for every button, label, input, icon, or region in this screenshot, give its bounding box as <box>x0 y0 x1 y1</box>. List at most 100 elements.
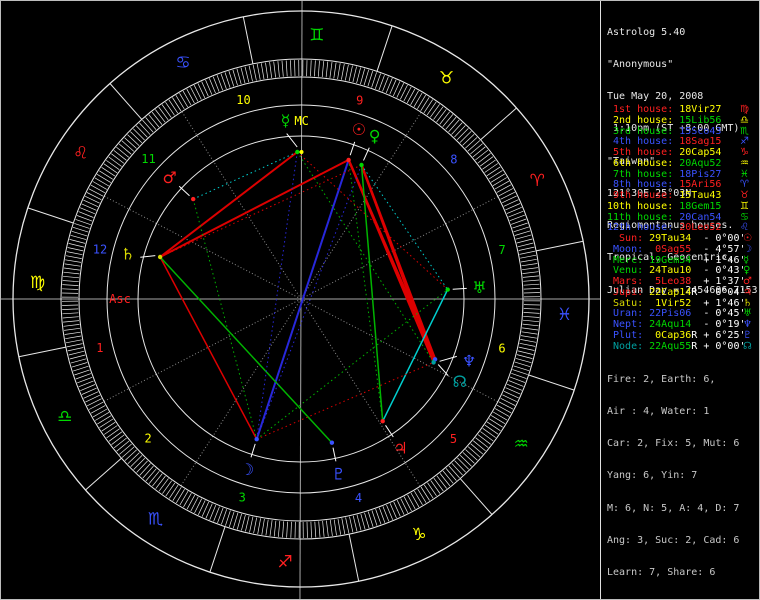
degree-tick <box>306 521 308 538</box>
degree-tick <box>318 521 321 538</box>
sign-icon: ♎ <box>740 114 749 126</box>
degree-tick <box>511 372 527 379</box>
degree-tick <box>228 70 235 87</box>
degree-tick <box>86 192 102 201</box>
degree-tick <box>232 512 239 529</box>
house-number: 10 <box>236 93 250 107</box>
degree-tick <box>364 512 370 529</box>
degree-tick <box>475 149 489 161</box>
house-number: 8 <box>450 153 457 167</box>
degree-tick <box>465 137 478 149</box>
astrolog-window: ♈ ♉ ♊ ♋ ♌ ♍ ♎ ♏ ♐ ♑ ♒ ♓ 1 2 3 4 5 6 7 8 9 10 11 12 ☉ ☽ ☿ ♀ ♂ ♃ ♄ ♅ ♆ ♇ ☊ As… <box>0 0 760 600</box>
mercury-icon: ☿ <box>281 111 291 130</box>
degree-tick <box>326 520 329 537</box>
planet-position-list: Sun: 29Tau34 - 0°00' ☉ Moon: 0Sag55 - 4°5… <box>607 233 759 352</box>
degree-tick <box>375 508 382 525</box>
degree-tick <box>64 263 81 267</box>
degree-tick <box>510 218 527 225</box>
degree-tick <box>169 484 179 499</box>
capricorn-sign-icon: ♑ <box>411 525 426 545</box>
degree-tick <box>520 339 537 343</box>
degree-tick <box>314 521 317 538</box>
house-cusp-line <box>180 298 302 486</box>
house-number: 1 <box>96 341 103 355</box>
degree-tick <box>492 177 507 187</box>
pluto-icon: ♇ <box>332 465 346 484</box>
degree-tick <box>486 421 501 431</box>
degree-tick <box>344 64 349 81</box>
sign-boundary-line <box>376 25 393 72</box>
degree-tick <box>142 465 154 479</box>
degree-tick <box>62 312 79 315</box>
degree-tick <box>260 63 265 80</box>
degree-tick <box>282 521 285 538</box>
degree-tick <box>488 170 503 180</box>
degree-tick <box>480 431 494 442</box>
degree-tick <box>232 69 238 86</box>
degree-tick <box>467 140 481 152</box>
degree-tick <box>400 498 409 513</box>
house-number: 12 <box>93 243 107 257</box>
leo-sign-icon: ♌ <box>73 144 88 164</box>
degree-tick <box>190 496 199 512</box>
degree-tick <box>333 519 337 536</box>
jupiter-icon: ♃ <box>393 438 407 457</box>
aquarius-sign-icon: ♒ <box>514 435 529 455</box>
degree-tick <box>90 184 106 194</box>
degree-tick <box>403 86 412 102</box>
degree-tick <box>124 449 137 461</box>
pisces-sign-icon: ♓ <box>557 305 572 325</box>
degree-tick <box>155 475 166 489</box>
degree-tick <box>244 66 250 83</box>
degree-tick <box>360 513 366 530</box>
degree-tick <box>484 163 498 173</box>
degree-tick <box>521 331 538 335</box>
degree-tick <box>482 428 496 438</box>
degree-tick <box>470 143 483 155</box>
degree-tick <box>515 234 532 240</box>
degree-tick <box>124 137 137 149</box>
degree-tick <box>179 491 189 506</box>
degree-tick <box>371 72 377 88</box>
degree-tick <box>374 73 381 89</box>
degree-tick <box>65 259 82 263</box>
degree-tick <box>92 181 107 190</box>
degree-tick <box>155 109 166 123</box>
degree-tick <box>161 104 172 118</box>
degree-tick <box>165 482 176 497</box>
degree-tick <box>433 106 444 120</box>
degree-tick <box>70 358 87 364</box>
sign-boundary-line <box>18 346 66 358</box>
degree-tick <box>104 425 118 435</box>
degree-tick <box>103 163 118 174</box>
degree-tick <box>521 263 538 267</box>
degree-tick <box>420 97 430 111</box>
mc-point-dot <box>299 150 304 154</box>
planet-icon: ☊ <box>743 340 752 352</box>
neptune-icon: ♆ <box>462 351 476 370</box>
degree-tick <box>113 437 127 449</box>
degree-tick <box>403 496 412 512</box>
degree-tick <box>88 188 104 197</box>
degree-tick <box>136 460 148 473</box>
degree-tick <box>273 61 276 78</box>
degree-tick <box>121 446 135 458</box>
house-number: 9 <box>356 94 363 108</box>
degree-tick <box>64 327 80 331</box>
house-cusp-list: 1st house: 18Vir27 ♍ 2nd house: 15Lib56 ♎ … <box>607 104 759 234</box>
uranus-icon: ♅ <box>472 278 486 297</box>
degree-tick <box>427 482 437 496</box>
degree-tick <box>413 490 423 505</box>
degree-tick <box>190 86 199 102</box>
degree-tick <box>399 84 408 100</box>
degree-tick <box>62 304 79 306</box>
house-number: 2 <box>144 432 151 446</box>
degree-tick <box>70 234 87 240</box>
degree-tick <box>341 63 345 80</box>
taurus-sign-icon: ♉ <box>439 69 454 89</box>
degree-tick <box>522 267 538 271</box>
sign-boundary-line <box>27 207 74 224</box>
tally-modes: Car: 2, Fix: 5, Mut: 6 <box>607 438 740 449</box>
degree-tick <box>182 90 192 106</box>
degree-tick <box>172 97 182 112</box>
